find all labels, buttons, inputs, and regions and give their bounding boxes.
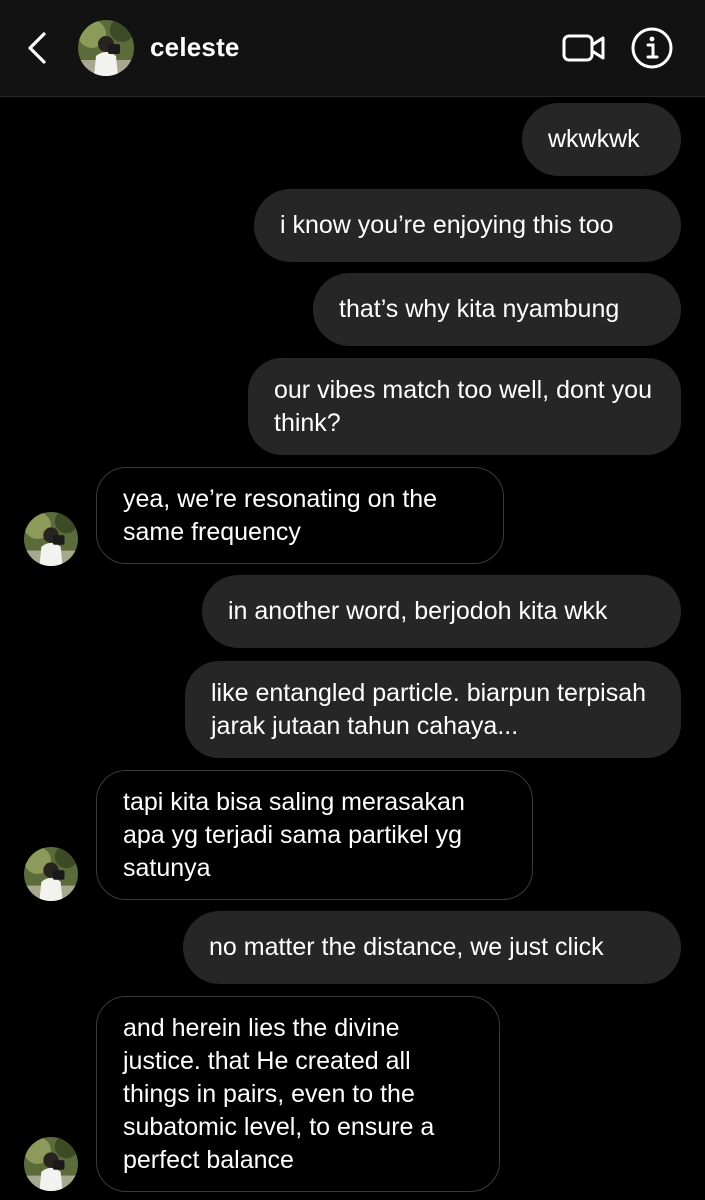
- sender-avatar[interactable]: [24, 847, 78, 901]
- message-text: yea, we’re resonating on the same freque…: [123, 484, 438, 546]
- message-text: that’s why kita nyambung: [339, 295, 620, 323]
- message-bubble-outgoing[interactable]: wkwkwk: [522, 103, 681, 176]
- message-bubble-outgoing[interactable]: our vibes match too well, dont you think…: [248, 358, 681, 455]
- back-button[interactable]: [24, 30, 54, 66]
- chevron-left-icon: [28, 32, 46, 64]
- avatar-image: [24, 847, 78, 901]
- message-text: our vibes match too well, dont you think…: [274, 375, 652, 437]
- message-bubble-incoming[interactable]: and herein lies the divine justice. that…: [96, 996, 500, 1192]
- message-text: in another word, berjodoh kita wkk: [228, 597, 608, 625]
- sender-avatar[interactable]: [24, 512, 78, 566]
- message-text: i know you’re enjoying this too: [280, 211, 614, 239]
- sender-avatar[interactable]: [24, 1137, 78, 1191]
- video-call-button[interactable]: [562, 31, 606, 65]
- message-text: tapi kita bisa saling merasakan apa yg t…: [123, 787, 465, 882]
- message-bubble-incoming[interactable]: tapi kita bisa saling merasakan apa yg t…: [96, 770, 533, 900]
- contact-avatar[interactable]: [78, 20, 134, 76]
- message-bubble-outgoing[interactable]: like entangled particle. biarpun terpisa…: [185, 661, 681, 758]
- message-text: no matter the distance, we just click: [209, 933, 604, 961]
- video-camera-icon: [562, 34, 605, 62]
- message-bubble-outgoing[interactable]: no matter the distance, we just click: [183, 911, 681, 984]
- info-button[interactable]: [630, 26, 674, 70]
- message-text: and herein lies the divine justice. that…: [123, 1013, 435, 1174]
- message-bubble-incoming[interactable]: yea, we’re resonating on the same freque…: [96, 467, 504, 564]
- avatar-image: [78, 20, 134, 76]
- chat-header: celeste: [0, 0, 705, 97]
- info-icon: [631, 27, 673, 69]
- message-bubble-outgoing[interactable]: in another word, berjodoh kita wkk: [202, 575, 681, 648]
- message-text: like entangled particle. biarpun terpisa…: [211, 678, 646, 740]
- message-bubble-outgoing[interactable]: i know you’re enjoying this too: [254, 189, 681, 262]
- avatar-image: [24, 1137, 78, 1191]
- avatar-image: [24, 512, 78, 566]
- contact-name[interactable]: celeste: [150, 32, 240, 63]
- message-bubble-outgoing[interactable]: that’s why kita nyambung: [313, 273, 681, 346]
- message-text: wkwkwk: [548, 125, 640, 153]
